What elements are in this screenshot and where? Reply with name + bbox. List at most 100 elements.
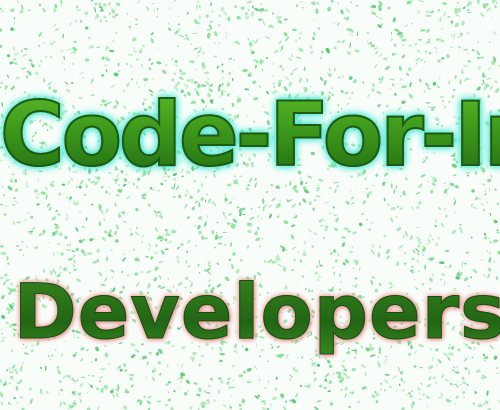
speckle-dot (417, 49, 421, 53)
speckle-dot (375, 15, 379, 18)
speckle-dot (477, 404, 483, 408)
speckle-dot (496, 367, 498, 370)
speckle-dot (472, 402, 475, 405)
speckle-dot (29, 398, 33, 405)
speckle-dot (261, 407, 267, 410)
speckle-dot (59, 388, 64, 392)
speckle-dot (451, 229, 457, 235)
speckle-dot (55, 28, 58, 31)
speckle-dot (265, 36, 271, 40)
speckle-dot (419, 382, 424, 385)
speckle-dot (416, 252, 420, 256)
speckle-dot (292, 28, 297, 32)
speckle-dot (72, 401, 77, 406)
speckle-dot (178, 35, 184, 38)
speckle-dot (105, 20, 108, 22)
speckle-dot (206, 32, 211, 39)
speckle-dot (236, 16, 242, 20)
speckle-dot (347, 230, 351, 233)
speckle-dot (328, 364, 333, 368)
speckle-dot (196, 393, 201, 397)
speckle-dot (441, 373, 445, 379)
speckle-dot (133, 45, 136, 52)
speckle-dot (371, 394, 376, 399)
speckle-dot (0, 378, 3, 383)
speckle-dot (129, 232, 134, 237)
speckle-dot (476, 0, 481, 5)
speckle-dot (311, 362, 316, 367)
speckle-dot (415, 248, 420, 253)
speckle-dot (197, 50, 201, 53)
speckle-dot (54, 4, 58, 9)
speckle-dot (467, 11, 472, 13)
speckle-dot (242, 370, 247, 374)
speckle-dot (167, 22, 170, 25)
speckle-dot (5, 321, 9, 325)
speckle-dot (330, 0, 334, 3)
speckle-dot (93, 237, 95, 241)
speckle-dot (103, 3, 107, 7)
speckle-dot (116, 224, 119, 230)
speckle-dot (24, 218, 27, 222)
speckle-dot (345, 8, 351, 13)
speckle-dot (86, 391, 89, 394)
speckle-dot (31, 226, 36, 231)
speckle-dot (259, 244, 261, 249)
speckle-dot (398, 244, 404, 249)
speckle-dot (112, 393, 115, 398)
speckle-dot (37, 44, 41, 48)
speckle-dot (27, 9, 31, 12)
speckle-dot (284, 36, 290, 42)
speckle-dot (337, 1, 340, 5)
speckle-dot (427, 383, 431, 388)
speckle-dot (226, 222, 231, 225)
speckle-dot (232, 218, 238, 223)
speckle-dot (451, 369, 455, 372)
speckle-dot (402, 389, 405, 392)
speckle-dot (221, 231, 228, 234)
speckle-dot (321, 50, 324, 54)
speckle-dot (66, 213, 69, 219)
speckle-dot (302, 252, 307, 256)
speckle-dot (303, 250, 306, 253)
speckle-dot (379, 387, 382, 392)
speckle-dot (53, 223, 59, 226)
speckle-dot (386, 255, 390, 260)
speckle-dot (276, 15, 282, 19)
speckle-dot (0, 401, 4, 406)
speckle-dot (333, 22, 335, 24)
speckle-dot (349, 33, 354, 36)
speckle-dot (368, 228, 372, 231)
speckle-dot (426, 10, 429, 14)
speckle-dot (88, 374, 90, 377)
speckle-dot (26, 246, 28, 249)
speckle-dot (361, 364, 366, 368)
speckle-dot (166, 242, 171, 244)
speckle-dot (20, 49, 24, 53)
heading-code-for-iraq: Code-For-Iraq (0, 60, 500, 210)
speckle-dot (475, 369, 481, 373)
speckle-dot (402, 44, 405, 47)
speckle-dot (157, 47, 160, 50)
speckle-dot (227, 16, 231, 22)
speckle-dot (479, 259, 484, 261)
speckle-dot (428, 365, 434, 370)
speckle-dot (100, 19, 102, 23)
speckle-dot (204, 389, 208, 394)
speckle-dot (341, 242, 346, 248)
speckle-dot (1, 315, 5, 319)
speckle-dot (406, 394, 409, 396)
speckle-dot (449, 395, 451, 399)
speckle-dot (13, 21, 16, 25)
speckle-dot (189, 406, 193, 410)
speckle-dot (227, 377, 231, 380)
speckle-dot (126, 12, 129, 16)
speckle-dot (240, 6, 245, 10)
speckle-dot (199, 4, 201, 9)
speckle-dot (300, 1, 303, 3)
speckle-dot (38, 3, 42, 7)
speckle-dot (128, 25, 132, 29)
speckle-dot (348, 250, 354, 254)
speckle-dot (378, 17, 383, 20)
speckle-dot (44, 56, 48, 58)
